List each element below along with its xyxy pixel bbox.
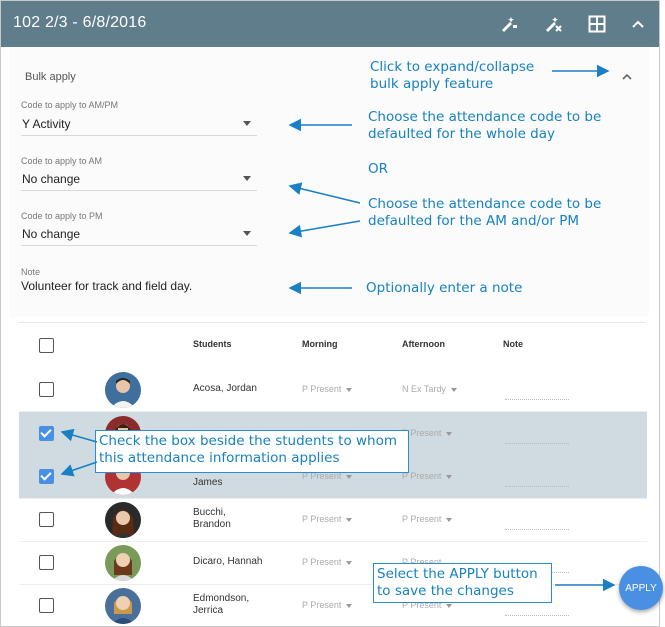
annotation-whole-day: Choose the attendance code to be default… — [368, 109, 602, 142]
ampm-code-value: Y Activity — [22, 117, 71, 131]
am-code-value: No change — [22, 172, 81, 186]
student-row: Acosa, Jordan P Present N Ex Tardy — [19, 368, 647, 412]
attendance-panel: 102 2/3 - 6/8/2016 Bulk apply Code to ap… — [0, 0, 660, 627]
morning-select[interactable]: P Present — [302, 557, 353, 567]
morning-select[interactable]: P Present — [302, 384, 353, 394]
student-name: Bucchi, Brandon — [193, 507, 231, 530]
pm-code-select[interactable]: No change — [21, 225, 257, 246]
dropdown-caret-icon — [446, 431, 453, 436]
ampm-code-label: Code to apply to AM/PM — [21, 100, 119, 110]
divider — [19, 322, 645, 323]
dropdown-caret-icon — [346, 474, 353, 479]
grid-icon[interactable] — [585, 12, 609, 36]
bulk-apply-label: Bulk apply — [25, 71, 76, 83]
annotation-or: OR — [368, 161, 389, 177]
callout-checkbox: Check the box beside the students to who… — [95, 430, 409, 473]
apply-button[interactable]: APPLY — [619, 566, 663, 610]
dropdown-caret-icon — [446, 603, 453, 608]
note-input[interactable]: Volunteer for track and field day. — [21, 279, 257, 299]
afternoon-value: N Ex Tardy — [402, 384, 446, 394]
morning-value: P Present — [302, 384, 342, 394]
ampm-code-select[interactable]: Y Activity — [21, 115, 257, 136]
row-checkbox[interactable] — [39, 512, 54, 527]
avatar — [105, 502, 141, 538]
dropdown-caret-icon — [243, 121, 251, 126]
note-value: Volunteer for track and field day. — [21, 279, 193, 293]
row-checkbox[interactable] — [39, 555, 54, 570]
morning-value: P Present — [302, 557, 342, 567]
students-header: Students — [193, 339, 232, 349]
dropdown-caret-icon — [243, 176, 251, 181]
dropdown-caret-icon — [243, 231, 251, 236]
afternoon-select[interactable]: P Present — [402, 428, 453, 438]
afternoon-select[interactable]: P Present — [402, 471, 453, 481]
row-note-field[interactable] — [505, 486, 569, 487]
panel-title: 102 2/3 - 6/8/2016 — [13, 14, 147, 31]
morning-select[interactable]: P Present — [302, 514, 353, 524]
avatar — [105, 372, 141, 408]
chevron-up-icon[interactable] — [626, 12, 650, 36]
student-row: Bucchi, Brandon P Present P Present — [19, 498, 647, 542]
note-label: Note — [21, 267, 41, 277]
wand-icon[interactable] — [497, 12, 521, 36]
afternoon-select[interactable]: P Present — [402, 514, 453, 524]
annotation-note: Optionally enter a note — [366, 280, 523, 296]
student-row: Edmondson, Jerrica P Present P Present — [19, 584, 647, 626]
row-note-field[interactable] — [505, 399, 569, 400]
dropdown-caret-icon — [446, 474, 453, 479]
morning-value: P Present — [302, 514, 342, 524]
note-header: Note — [503, 339, 523, 349]
student-name: James — [193, 477, 223, 488]
wand-off-icon[interactable] — [541, 12, 565, 36]
row-note-field[interactable] — [505, 529, 569, 530]
callout-apply: Select the APPLY button to save the chan… — [373, 563, 552, 603]
dropdown-caret-icon — [346, 517, 353, 522]
row-checkbox[interactable] — [39, 382, 54, 397]
row-note-field[interactable] — [505, 615, 569, 616]
am-code-label: Code to apply to AM — [21, 156, 103, 166]
student-row: Dicaro, Hannah P Present P Present — [19, 541, 647, 585]
dropdown-caret-icon — [346, 387, 353, 392]
afternoon-select[interactable]: N Ex Tardy — [402, 384, 457, 394]
select-all-checkbox[interactable] — [39, 338, 54, 353]
panel-header: 102 2/3 - 6/8/2016 — [1, 1, 659, 47]
student-name: Edmondson, Jerrica — [193, 593, 250, 616]
row-note-field[interactable] — [505, 443, 569, 444]
dropdown-caret-icon — [446, 517, 453, 522]
morning-value: P Present — [302, 600, 342, 610]
avatar — [105, 588, 141, 624]
dropdown-caret-icon — [450, 387, 457, 392]
dropdown-caret-icon — [346, 560, 353, 565]
collapse-chevron-icon[interactable] — [615, 65, 639, 89]
row-checkbox[interactable] — [39, 469, 54, 484]
morning-header: Morning — [302, 339, 338, 349]
afternoon-value: P Present — [402, 514, 442, 524]
avatar — [105, 545, 141, 581]
student-name: Acosa, Jordan — [193, 383, 257, 394]
row-checkbox[interactable] — [39, 426, 54, 441]
dropdown-caret-icon — [346, 603, 353, 608]
pm-code-value: No change — [22, 227, 81, 241]
annotation-ampm: Choose the attendance code to be default… — [368, 196, 602, 229]
pm-code-label: Code to apply to PM — [21, 211, 103, 221]
afternoon-header: Afternoon — [402, 339, 445, 349]
student-name: Dicaro, Hannah — [193, 556, 263, 567]
am-code-select[interactable]: No change — [21, 170, 257, 191]
morning-select[interactable]: P Present — [302, 600, 353, 610]
row-checkbox[interactable] — [39, 598, 54, 613]
annotation-expand: Click to expand/collapse bulk apply feat… — [370, 59, 535, 92]
